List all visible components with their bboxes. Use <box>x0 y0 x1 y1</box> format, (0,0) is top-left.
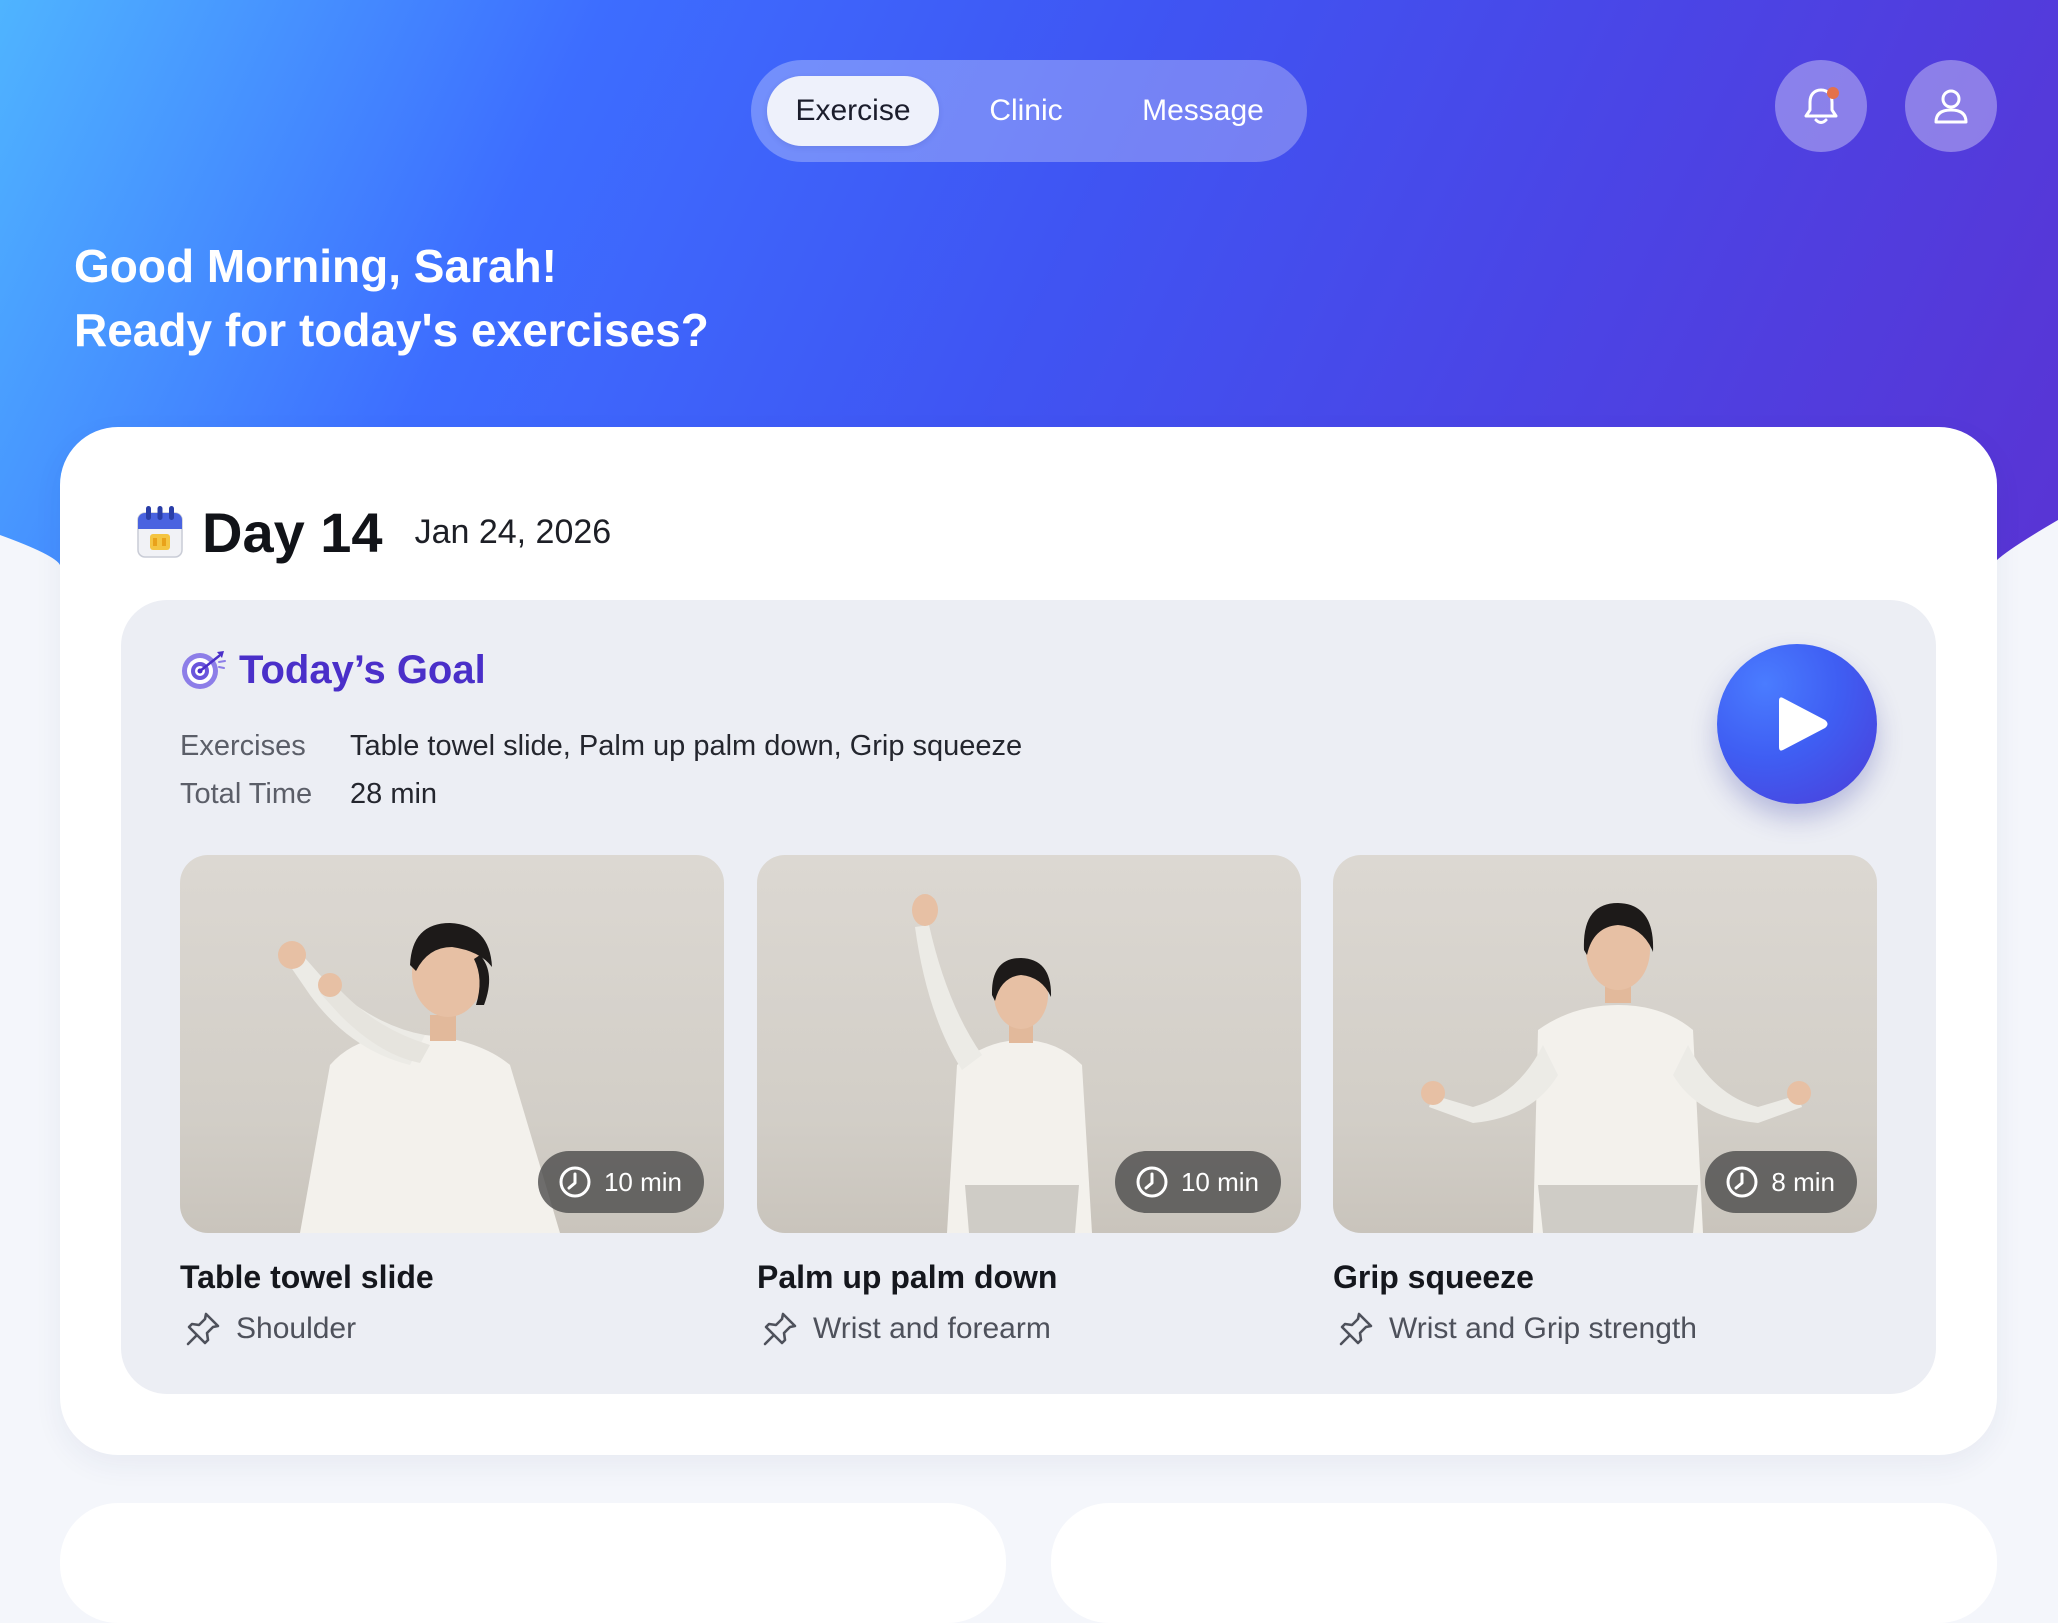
duration-text: 10 min <box>1180 1166 1259 1197</box>
day-title: Day 14 <box>202 500 383 564</box>
exercise-area-label: Shoulder <box>236 1312 357 1345</box>
exercises-row: Exercises Table towel slide, Palm up palm… <box>180 726 1022 766</box>
total-time-row: Total Time 28 min <box>180 774 437 814</box>
tab-message[interactable]: Message <box>1115 76 1291 146</box>
tab-clinic[interactable]: Clinic <box>961 76 1091 146</box>
exercise-area-label: Wrist and Grip strength <box>1389 1312 1697 1345</box>
top-nav: Exercise Clinic Message <box>751 60 1307 162</box>
start-exercises-button[interactable] <box>1717 644 1877 804</box>
greeting: Good Morning, Sarah! Ready for today's e… <box>74 234 709 362</box>
exercise-name: Table towel slide <box>180 1259 434 1295</box>
bell-icon <box>1804 87 1839 124</box>
todays-goal-panel: Today’s Goal Exercises Table towel slide,… <box>121 600 1936 1394</box>
duration-text: 10 min <box>603 1166 682 1197</box>
exercise-body-area: Shoulder <box>180 1307 724 1351</box>
tab-exercise[interactable]: Exercise <box>767 76 939 146</box>
exercise-name: Palm up palm down <box>757 1259 1058 1295</box>
duration-badge: 10 min <box>537 1151 704 1213</box>
user-icon <box>1934 89 1968 124</box>
duration-badge: 8 min <box>1705 1151 1857 1213</box>
exercise-thumbnail[interactable]: 10 min <box>757 855 1301 1233</box>
lower-right-card <box>1051 1503 1997 1623</box>
total-time-label: Total Time <box>180 778 313 810</box>
lower-left-card <box>60 1503 1006 1623</box>
play-icon <box>1779 697 1828 751</box>
pin-icon <box>186 1312 220 1346</box>
exercise-area-label: Wrist and forearm <box>813 1312 1051 1345</box>
exercise-card-table-towel-slide[interactable]: 10 min Table towel slide Shoulder <box>180 855 724 1351</box>
clock-icon <box>1726 1166 1758 1198</box>
notification-dot <box>1827 87 1839 99</box>
exercises-value: Table towel slide, Palm up palm down, Gr… <box>350 730 1023 762</box>
greeting-line-1: Good Morning, Sarah! <box>74 240 557 292</box>
duration-badge: 10 min <box>1114 1151 1281 1213</box>
greeting-line-2: Ready for today's exercises? <box>74 304 709 356</box>
goal-title: Today’s Goal <box>239 647 486 692</box>
exercise-card-palm-up-palm-down[interactable]: 10 min Palm up palm down Wrist and forea… <box>757 855 1301 1351</box>
exercise-thumbnail[interactable]: 10 min <box>180 855 724 1233</box>
daily-plan-card: Day 14 Jan 24, 2026 Today’s Goal Exercis… <box>60 427 1997 1455</box>
profile-button[interactable] <box>1905 60 1997 152</box>
exercise-thumbnail[interactable]: 8 min <box>1333 855 1877 1233</box>
pin-icon <box>1339 1312 1373 1346</box>
exercise-body-area: Wrist and Grip strength <box>1333 1307 1877 1351</box>
goal-header: Today’s Goal <box>179 640 486 700</box>
total-time-value: 28 min <box>350 778 438 810</box>
day-header: Day 14 Jan 24, 2026 <box>136 497 611 567</box>
pin-icon <box>763 1312 797 1346</box>
exercises-label: Exercises <box>180 730 306 762</box>
target-icon <box>182 651 226 689</box>
day-date: Jan 24, 2026 <box>414 512 612 551</box>
notifications-button[interactable] <box>1775 60 1867 152</box>
exercise-body-area: Wrist and forearm <box>757 1307 1301 1351</box>
calendar-icon <box>137 506 183 558</box>
clock-icon <box>1136 1166 1168 1198</box>
duration-text: 8 min <box>1771 1166 1835 1197</box>
clock-icon <box>559 1166 591 1198</box>
exercise-name: Grip squeeze <box>1333 1259 1534 1295</box>
exercise-card-grip-squeeze[interactable]: 8 min Grip squeeze Wrist and Grip streng… <box>1333 855 1877 1351</box>
